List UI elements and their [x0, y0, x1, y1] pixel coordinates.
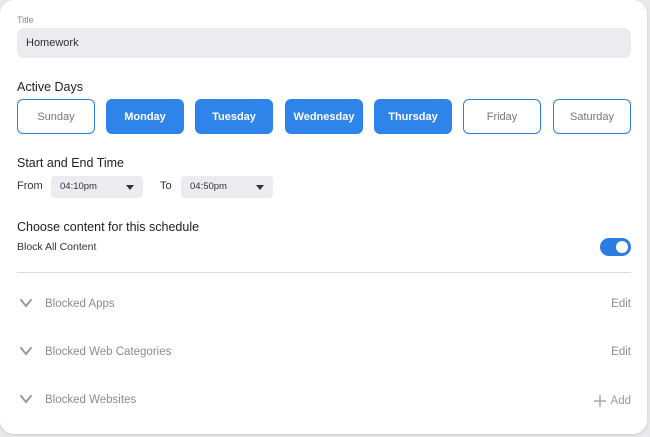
- day-thursday[interactable]: Thursday: [374, 99, 452, 134]
- day-wednesday[interactable]: Wednesday: [285, 99, 363, 134]
- chevron-down-icon[interactable]: [19, 296, 33, 310]
- section-blocked-apps[interactable]: Blocked Apps Edit: [17, 294, 631, 316]
- section-label: Blocked Apps: [45, 298, 115, 310]
- divider: [17, 272, 631, 273]
- toggle-knob: [616, 241, 628, 253]
- day-sunday[interactable]: Sunday: [17, 99, 95, 134]
- from-label: From: [17, 180, 43, 192]
- start-time-select[interactable]: 04:10pm: [51, 176, 143, 198]
- active-days-group: Sunday Monday Tuesday Wednesday Thursday…: [17, 99, 631, 134]
- edit-button[interactable]: Edit: [611, 346, 631, 358]
- block-all-label: Block All Content: [17, 241, 97, 253]
- section-blocked-web-categories[interactable]: Blocked Web Categories Edit: [17, 342, 631, 364]
- chevron-down-icon[interactable]: [19, 392, 33, 406]
- block-all-toggle[interactable]: [600, 238, 631, 256]
- caret-down-icon: [126, 185, 134, 190]
- schedule-card: Title Active Days Sunday Monday Tuesday …: [0, 0, 647, 434]
- day-friday[interactable]: Friday: [463, 99, 541, 134]
- active-days-heading: Active Days: [17, 80, 83, 94]
- plus-icon: [593, 395, 606, 407]
- add-button[interactable]: Add: [593, 390, 631, 412]
- title-input[interactable]: [17, 28, 631, 58]
- section-label: Blocked Web Categories: [45, 346, 172, 358]
- chevron-down-icon[interactable]: [19, 344, 33, 358]
- add-label: Add: [610, 395, 631, 407]
- section-label: Blocked Websites: [45, 394, 137, 406]
- edit-button[interactable]: Edit: [611, 298, 631, 310]
- section-blocked-websites[interactable]: Blocked Websites Add: [17, 390, 631, 412]
- title-label: Title: [17, 15, 34, 25]
- start-time-value: 04:10pm: [60, 181, 97, 192]
- end-time-select[interactable]: 04:50pm: [181, 176, 273, 198]
- day-tuesday[interactable]: Tuesday: [195, 99, 273, 134]
- to-label: To: [160, 180, 172, 192]
- time-heading: Start and End Time: [17, 156, 125, 170]
- end-time-value: 04:50pm: [190, 181, 227, 192]
- day-monday[interactable]: Monday: [106, 99, 184, 134]
- time-row: From 04:10pm To 04:50pm: [17, 176, 317, 198]
- day-saturday[interactable]: Saturday: [553, 99, 631, 134]
- content-heading: Choose content for this schedule: [17, 220, 200, 234]
- caret-down-icon: [256, 185, 264, 190]
